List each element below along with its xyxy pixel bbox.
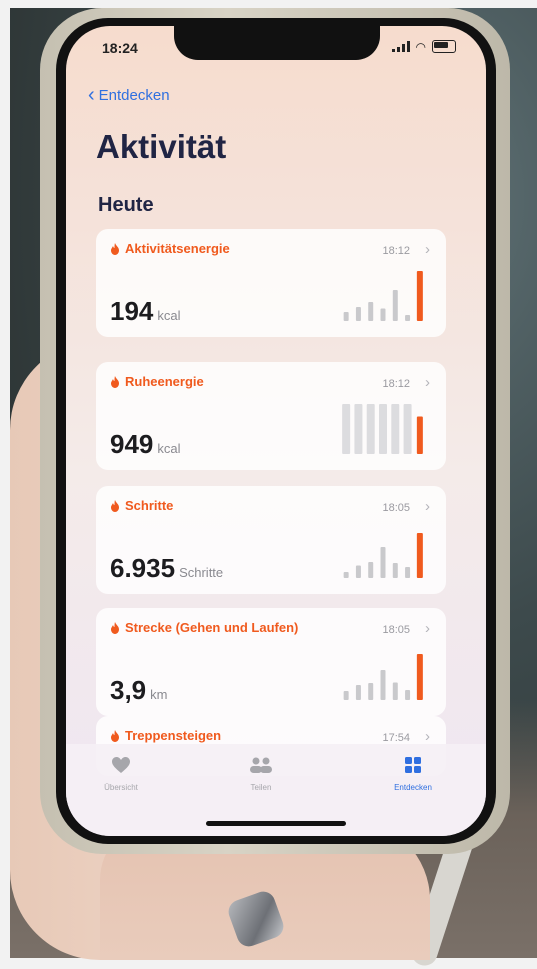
chart-bar: [392, 290, 398, 321]
battery-icon: [432, 40, 456, 53]
chart-bar: [343, 691, 349, 700]
value-unit: Schritte: [179, 565, 224, 580]
flame-icon: [111, 621, 119, 634]
chart-bar: [405, 315, 411, 321]
tab-sharing-label: Teilen: [250, 783, 272, 792]
card-value: 3,9 km: [110, 675, 168, 706]
card-label: Strecke (Gehen und Laufen): [125, 620, 299, 635]
card-value: 194 kcal: [110, 296, 181, 327]
chart-bar: [379, 404, 387, 454]
card-time: 18:12: [382, 245, 410, 257]
value-number: 949: [110, 429, 154, 459]
card-header: Treppensteigen: [110, 728, 221, 743]
flame-icon: [111, 375, 119, 388]
tab-sharing[interactable]: Teilen: [216, 756, 306, 792]
card-label: Aktivitätsenergie: [125, 241, 230, 256]
card-time: 17:54: [382, 732, 410, 744]
notch: [174, 26, 380, 60]
chart-bar: [354, 404, 363, 454]
card-header: Strecke (Gehen und Laufen): [110, 620, 298, 635]
people-icon: [250, 757, 272, 773]
flame-icon: [111, 729, 119, 742]
mini-chart: [343, 533, 423, 578]
status-icons: ◠: [391, 39, 456, 54]
tab-summary-label: Übersicht: [104, 783, 138, 792]
chevron-right-icon: ›: [425, 620, 430, 637]
chart-bar: [405, 567, 411, 578]
section-title: Heute: [98, 194, 154, 216]
card-time: 18:12: [382, 378, 410, 390]
chart-bar: [403, 404, 412, 454]
mini-chart: [343, 271, 423, 321]
phone-screen: 18:24 ◠ ‹ Entdecken Aktivität Heute Akti…: [66, 26, 486, 836]
card-header: Aktivitätsenergie: [110, 241, 230, 256]
heart-icon: [112, 757, 130, 773]
card-label: Ruheenergie: [125, 374, 204, 389]
chart-bar: [380, 670, 386, 700]
chart-bar: [343, 312, 349, 321]
card-header: Schritte: [110, 498, 173, 513]
chart-bar: [342, 404, 351, 454]
status-time: 18:24: [102, 40, 138, 56]
card-label: Schritte: [125, 498, 174, 513]
chart-bar: [368, 302, 374, 321]
chevron-right-icon: ›: [425, 498, 430, 515]
chart-bar: [355, 565, 361, 578]
chevron-left-icon: ‹: [88, 84, 95, 106]
chart-bar: [355, 307, 361, 321]
chevron-right-icon: ›: [425, 728, 430, 745]
chart-bar: [355, 685, 361, 700]
chart-bar: [368, 683, 374, 700]
card-label: Treppensteigen: [125, 728, 222, 743]
chevron-right-icon: ›: [425, 241, 430, 258]
card-time: 18:05: [382, 624, 410, 636]
value-unit: kcal: [157, 308, 181, 323]
metric-card[interactable]: Schritte 18:05 › 6.935 Schritte: [96, 486, 446, 594]
chart-bar: [392, 563, 398, 578]
chevron-right-icon: ›: [425, 374, 430, 391]
chart-bar: [380, 547, 386, 578]
chart-bar: [380, 308, 386, 321]
mini-chart: [343, 654, 423, 700]
tab-browse-label: Entdecken: [394, 783, 432, 792]
chart-bar: [416, 533, 423, 578]
chart-bar: [416, 654, 423, 700]
mini-chart: [342, 404, 423, 454]
signal-icon: [391, 41, 410, 52]
tab-browse[interactable]: Entdecken: [368, 756, 458, 792]
metric-card[interactable]: Strecke (Gehen und Laufen) 18:05 › 3,9 k…: [96, 608, 446, 716]
chart-bar: [416, 416, 423, 454]
metric-card[interactable]: Aktivitätsenergie 18:12 › 194 kcal: [96, 229, 446, 337]
card-value: 949 kcal: [110, 429, 181, 460]
chart-bar: [368, 562, 374, 578]
grid-icon: [405, 757, 421, 773]
value-number: 194: [110, 296, 154, 326]
card-header: Ruheenergie: [110, 374, 204, 389]
chart-bar: [416, 271, 423, 321]
value-unit: km: [150, 687, 168, 702]
chart-bar: [343, 572, 349, 578]
wifi-icon: ◠: [415, 39, 426, 54]
chart-bar: [405, 690, 411, 700]
page-title: Aktivität: [96, 128, 227, 165]
tab-summary[interactable]: Übersicht: [76, 756, 166, 792]
chart-bar: [391, 404, 400, 454]
value-number: 6.935: [110, 553, 176, 583]
value-unit: kcal: [157, 441, 181, 456]
back-label: Entdecken: [98, 86, 170, 104]
card-value: 6.935 Schritte: [110, 553, 223, 584]
chart-bar: [366, 404, 375, 454]
home-indicator: [206, 821, 346, 826]
back-button[interactable]: ‹ Entdecken: [88, 84, 170, 106]
tab-bar: Übersicht Teilen Entdecken: [66, 744, 486, 836]
flame-icon: [111, 499, 119, 512]
flame-icon: [111, 242, 119, 255]
card-time: 18:05: [382, 502, 410, 514]
metric-card[interactable]: Ruheenergie 18:12 › 949 kcal: [96, 362, 446, 470]
chart-bar: [392, 682, 398, 700]
value-number: 3,9: [110, 675, 147, 705]
